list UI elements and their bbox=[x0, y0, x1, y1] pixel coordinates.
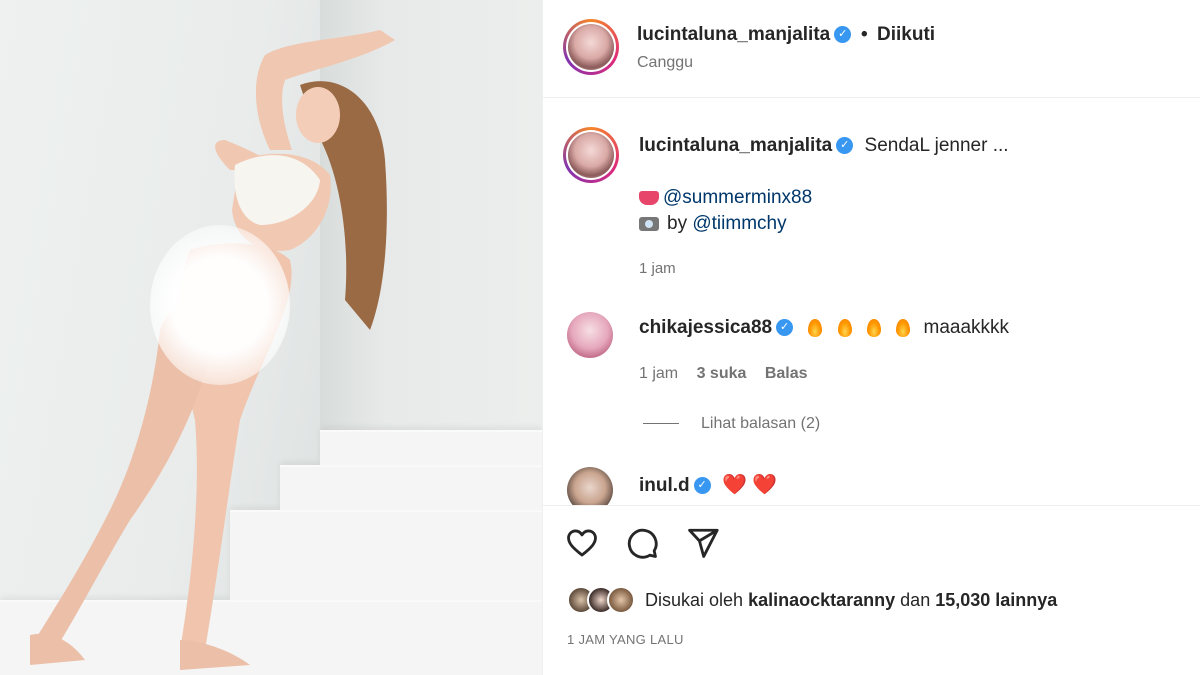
liker-avatar[interactable] bbox=[607, 586, 635, 614]
mention-link[interactable]: @tiimmchy bbox=[692, 213, 786, 234]
caption-text: SendaL jenner ... bbox=[864, 135, 1009, 156]
separator-dot: • bbox=[861, 24, 868, 45]
fire-emoji-icon bbox=[808, 318, 823, 337]
comment: chikajessica88 ✓ maaakkkk bbox=[639, 317, 1009, 339]
liked-prefix: Disukai oleh bbox=[645, 589, 744, 610]
verified-badge-icon: ✓ bbox=[834, 26, 852, 44]
fire-emoji-icon bbox=[837, 318, 852, 337]
comment-avatar[interactable] bbox=[567, 467, 613, 505]
verified-badge-icon: ✓ bbox=[693, 477, 711, 495]
author-username[interactable]: lucintaluna_manjalita ✓ bbox=[637, 24, 852, 46]
caption-username[interactable]: lucintaluna_manjalita bbox=[639, 135, 832, 156]
comment-icon[interactable] bbox=[625, 526, 659, 560]
liked-user-link[interactable]: kalinaocktaranny bbox=[748, 590, 895, 610]
mention-link[interactable]: @summerminx88 bbox=[663, 187, 812, 208]
post-photo bbox=[0, 0, 542, 675]
verified-badge-icon: ✓ bbox=[836, 137, 854, 155]
post-timestamp[interactable]: 1 JAM YANG LALU bbox=[567, 632, 684, 647]
comments-list[interactable]: lucintaluna_manjalita ✓ SendaL jenner ...… bbox=[543, 99, 1200, 505]
view-replies-button[interactable]: Lihat balasan (2) bbox=[643, 415, 820, 433]
author-avatar[interactable] bbox=[563, 19, 619, 75]
caption-avatar[interactable] bbox=[563, 127, 619, 183]
post-actions: Disukai oleh kalinaocktaranny dan 15,030… bbox=[543, 505, 1200, 675]
comment: inul.d ✓ ❤️ ❤️ bbox=[639, 472, 777, 497]
bikini-emoji-icon bbox=[639, 190, 659, 205]
comment-likes[interactable]: 3 suka bbox=[697, 365, 747, 382]
follow-status-button[interactable]: Diikuti bbox=[877, 24, 935, 46]
heart-icon[interactable] bbox=[565, 526, 599, 560]
replies-divider bbox=[643, 423, 679, 425]
fire-emoji-icon bbox=[896, 318, 911, 337]
comment-username[interactable]: inul.d bbox=[639, 475, 690, 496]
post-detail-panel: lucintaluna_manjalita ✓ • Diikuti Canggu … bbox=[542, 0, 1200, 675]
comment-text: maaakkkk bbox=[923, 317, 1010, 338]
verified-badge-icon: ✓ bbox=[776, 319, 794, 337]
liked-count-link[interactable]: 15,030 lainnya bbox=[935, 590, 1057, 610]
camera-emoji-icon bbox=[639, 216, 659, 231]
liked-and: dan bbox=[900, 589, 931, 610]
comment-avatar[interactable] bbox=[567, 312, 613, 358]
send-icon[interactable] bbox=[686, 526, 720, 560]
comment-meta: 1 jam 3 suka Balas bbox=[639, 365, 822, 383]
post-location[interactable]: Canggu bbox=[637, 54, 693, 72]
reply-button[interactable]: Balas bbox=[765, 365, 808, 382]
caption-time[interactable]: 1 jam bbox=[639, 260, 676, 277]
censor-blur bbox=[150, 225, 290, 385]
heart-emoji-text: ❤️ ❤️ bbox=[721, 474, 778, 496]
likes-summary: Disukai oleh kalinaocktaranny dan 15,030… bbox=[567, 586, 1057, 614]
credit-prefix: by bbox=[667, 213, 688, 234]
comment-username[interactable]: chikajessica88 bbox=[639, 317, 772, 338]
comment-time[interactable]: 1 jam bbox=[639, 365, 678, 382]
post-header: lucintaluna_manjalita ✓ • Diikuti Canggu bbox=[543, 0, 1200, 98]
fire-emoji-icon bbox=[866, 318, 881, 337]
